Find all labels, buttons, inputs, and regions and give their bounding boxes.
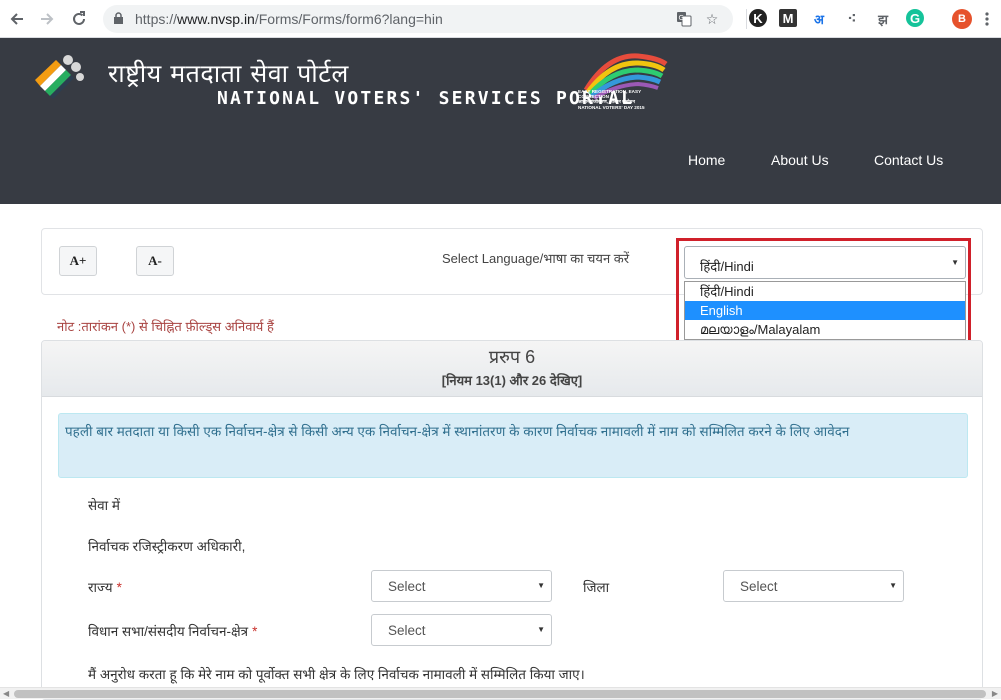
district-select-value: Select (740, 579, 778, 594)
url-scheme: https:// (135, 11, 178, 27)
language-dropdown-list: हिंदी/Hindi English മലയാളം/Malayalam (684, 281, 966, 340)
browser-toolbar: https://www.nvsp.in/Forms/Forms/form6?la… (0, 0, 1001, 38)
form-title: प्ररुप 6 (488, 347, 536, 367)
extension-m-icon[interactable]: M (779, 9, 797, 27)
state-label-text: राज्य (88, 580, 113, 595)
district-select[interactable]: Select ▼ (723, 570, 904, 602)
extension-hindi-icon[interactable]: अ (809, 9, 829, 29)
request-text: मैं अनुरोध करता हू कि मेरे नाम को पूर्वो… (88, 667, 585, 682)
district-label: जिला (583, 580, 610, 595)
url-path: /Forms/Forms/form6?lang=hin (254, 11, 443, 27)
constituency-label-text: विधान सभा/संसदीय निर्वाचन-क्षेत्र (88, 624, 249, 639)
form-header: प्ररुप 6 [नियम 13(1) और 26 देखिए] (42, 341, 982, 397)
portal-title-english: NATIONAL VOTERS' SERVICES PORTAL (217, 88, 635, 109)
salutation-text: सेवा में (88, 498, 120, 513)
font-decrease-button[interactable]: A- (136, 246, 174, 276)
state-select-value: Select (388, 579, 426, 594)
addressee-text: निर्वाचक रजिस्ट्रीकरण अधिकारी, (88, 539, 246, 554)
constituency-select[interactable]: Select ▼ (371, 614, 552, 646)
profile-avatar[interactable]: B (952, 9, 972, 29)
horizontal-scrollbar[interactable]: ◀ ▶ (0, 687, 1001, 699)
language-option-english[interactable]: English (685, 301, 965, 320)
lock-icon (113, 12, 124, 30)
url-host: www.nvsp.in (177, 11, 255, 27)
language-option-hindi[interactable]: हिंदी/Hindi (685, 282, 965, 301)
address-bar[interactable]: https://www.nvsp.in/Forms/Forms/form6?la… (103, 5, 733, 33)
svg-text:G: G (679, 14, 684, 22)
chevron-down-icon: ▼ (951, 258, 959, 267)
chevron-down-icon: ▼ (889, 581, 897, 590)
scroll-left-icon[interactable]: ◀ (3, 689, 9, 698)
nvd-caption-line: EASY REGISTRATION, EASY CORRECTION (578, 89, 642, 100)
state-select[interactable]: Select ▼ (371, 570, 552, 602)
divider (746, 9, 747, 29)
language-selected-value: हिंदी/Hindi (700, 259, 754, 274)
forward-icon[interactable] (36, 8, 58, 30)
star-icon[interactable]: ☆ (703, 10, 721, 28)
menu-icon[interactable] (976, 8, 998, 30)
mandatory-fields-note: नोट :तारांकन (*) से चिह्नित फ़ील्ड्स अनि… (57, 319, 274, 334)
constituency-label: विधान सभा/संसदीय निर्वाचन-क्षेत्र * (88, 622, 257, 640)
back-icon[interactable] (6, 8, 28, 30)
required-mark: * (116, 580, 122, 595)
scroll-right-icon[interactable]: ▶ (992, 689, 998, 698)
chevron-down-icon: ▼ (537, 625, 545, 634)
reload-icon[interactable] (68, 8, 90, 30)
required-mark: * (252, 624, 258, 639)
site-header: राष्ट्रीय मतदाता सेवा पोर्टल NATIONAL VO… (0, 38, 1001, 204)
nav-home-link[interactable]: Home (688, 152, 725, 168)
language-label: Select Language/भाषा का चयन करें (442, 251, 630, 266)
font-increase-button[interactable]: A+ (59, 246, 97, 276)
translate-icon[interactable]: G (675, 10, 693, 28)
state-label: राज्य * (88, 578, 122, 596)
url-text: https://www.nvsp.in/Forms/Forms/form6?la… (135, 11, 443, 27)
language-select[interactable]: हिंदी/Hindi ▼ (684, 246, 966, 279)
constituency-select-value: Select (388, 623, 426, 638)
nav-about-link[interactable]: About Us (771, 152, 829, 168)
portal-title-hindi: राष्ट्रीय मतदाता सेवा पोर्टल (108, 59, 349, 88)
extension-jh-icon[interactable]: झ (873, 9, 893, 29)
grammarly-icon[interactable]: G (906, 9, 924, 27)
nvd-caption: EASY REGISTRATION, EASY CORRECTION आसान … (578, 89, 670, 110)
form-info-text: पहली बार मतदाता या किसी एक निर्वाचन-क्षे… (65, 424, 850, 439)
chevron-down-icon: ▼ (537, 581, 545, 590)
form-info-box: पहली बार मतदाता या किसी एक निर्वाचन-क्षे… (58, 413, 968, 478)
form-subtitle: [नियम 13(1) और 26 देखिए] (441, 373, 583, 388)
eci-logo-icon[interactable] (30, 50, 86, 106)
extension-k-icon[interactable]: K (749, 9, 767, 27)
nvd-caption-line: NATIONAL VOTERS' DAY 2015 (578, 104, 645, 110)
nav-contact-link[interactable]: Contact Us (874, 152, 943, 168)
language-option-malayalam[interactable]: മലയാളം/Malayalam (685, 320, 965, 339)
extension-dots-icon[interactable]: ⁖ (842, 9, 862, 29)
form-panel: प्ररुप 6 [नियम 13(1) और 26 देखिए] पहली ब… (41, 340, 983, 700)
scrollbar-thumb[interactable] (14, 690, 986, 698)
